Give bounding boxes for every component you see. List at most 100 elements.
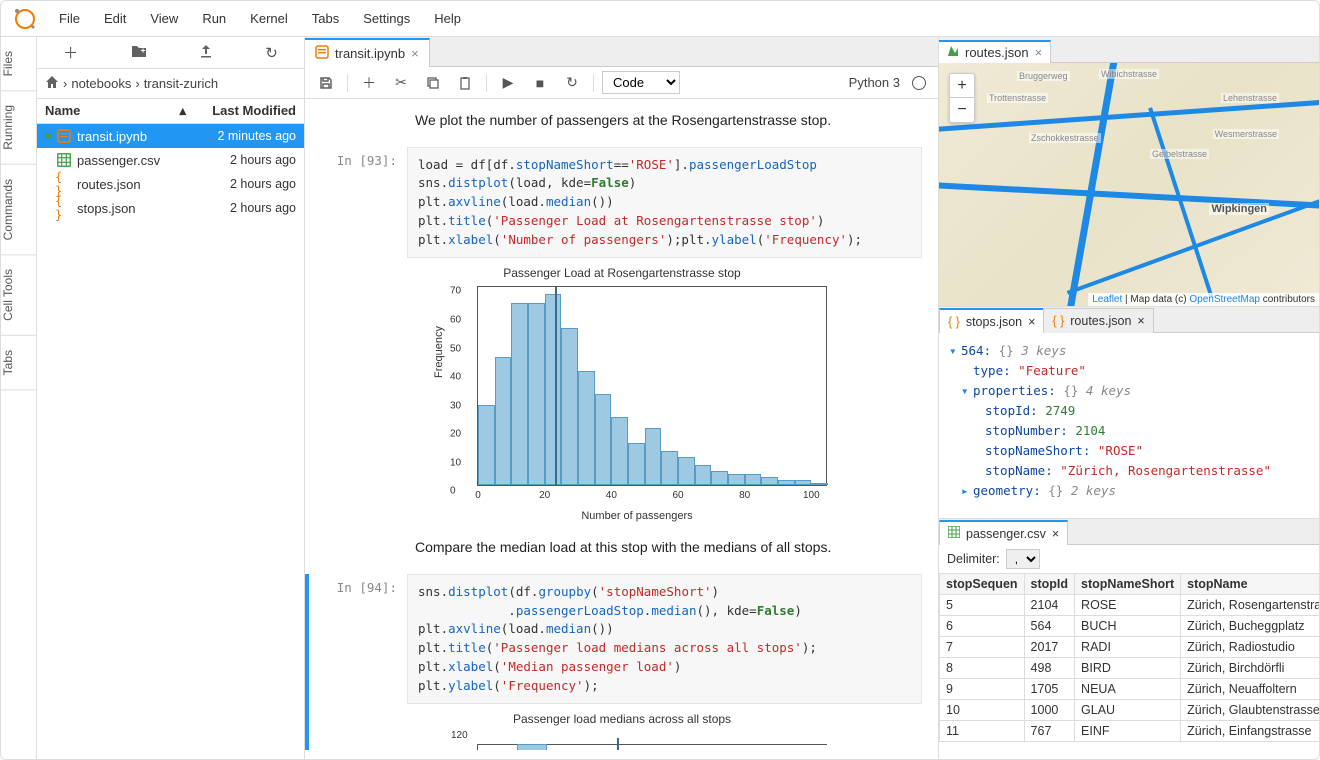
run-icon[interactable]: ▶ — [495, 71, 521, 95]
breadcrumb-part[interactable]: transit-zurich — [144, 76, 218, 91]
json-icon: { } — [948, 315, 960, 329]
file-modified: 2 hours ago — [186, 153, 296, 167]
breadcrumb[interactable]: › notebooks › transit-zurich — [37, 69, 304, 99]
json-section: { } stops.json × { } routes.json × ▾564:… — [939, 307, 1319, 519]
chart-xlabel: Number of passengers — [437, 510, 837, 522]
leaflet-link[interactable]: Leaflet — [1092, 294, 1122, 305]
home-icon[interactable] — [45, 75, 59, 92]
menu-tabs[interactable]: Tabs — [300, 5, 351, 32]
csv-row[interactable]: 91705NEUAZürich, Neuaffoltern — [940, 679, 1320, 700]
new-launcher-icon[interactable]: ＋ — [63, 42, 78, 63]
tab-routes-json-2[interactable]: { } routes.json × — [1043, 308, 1153, 333]
file-row[interactable]: { }routes.json2 hours ago — [37, 172, 304, 196]
refresh-icon[interactable]: ↻ — [265, 44, 278, 62]
zoom-in-button[interactable]: + — [950, 74, 974, 98]
file-name: routes.json — [77, 177, 186, 192]
nb-icon — [55, 128, 73, 144]
csv-col-header[interactable]: stopSequen — [940, 574, 1025, 595]
celltype-select[interactable]: Code — [602, 71, 680, 94]
copy-icon[interactable] — [420, 71, 446, 95]
code-input[interactable]: load = df[df.stopNameShort=='ROSE'].pass… — [407, 147, 922, 259]
kernel-name[interactable]: Python 3 — [849, 75, 900, 90]
close-icon[interactable]: × — [1137, 314, 1144, 328]
json-icon: { } — [1052, 314, 1064, 328]
close-icon[interactable]: × — [1028, 315, 1035, 329]
leaflet-map[interactable]: Wipkingen Zschokkestrasse Bruggerweg Wib… — [939, 63, 1319, 306]
csv-row[interactable]: 11767EINFZürich, Einfangstrasse — [940, 721, 1320, 742]
menu-run[interactable]: Run — [190, 5, 238, 32]
file-name: stops.json — [77, 201, 186, 216]
kernel-indicator-icon[interactable] — [912, 76, 926, 90]
csv-row[interactable]: 6564BUCHZürich, Bucheggplatz — [940, 616, 1320, 637]
delimiter-label: Delimiter: — [947, 552, 1000, 566]
code-cell-94[interactable]: In [94]: sns.distplot(df.groupby('stopNa… — [305, 570, 938, 759]
tab-routes-json[interactable]: routes.json × — [939, 40, 1051, 63]
tab-passenger-csv[interactable]: passenger.csv × — [939, 520, 1068, 545]
notebook-body[interactable]: We plot the number of passengers at the … — [305, 99, 938, 759]
restart-icon[interactable]: ↻ — [559, 71, 585, 95]
map-section: routes.json × Wipkingen Zschokkestrasse … — [939, 37, 1319, 307]
map-attribution: Leaflet | Map data (c) OpenStreetMap con… — [1088, 293, 1319, 306]
menu-file[interactable]: File — [47, 5, 92, 32]
menu-settings[interactable]: Settings — [351, 5, 422, 32]
right-panel: routes.json × Wipkingen Zschokkestrasse … — [939, 37, 1319, 759]
save-icon[interactable] — [313, 71, 339, 95]
close-icon[interactable]: × — [1052, 527, 1059, 541]
csv-col-header[interactable]: stopNameShort — [1075, 574, 1181, 595]
csv-col-header[interactable]: stopName — [1181, 574, 1319, 595]
left-tab-files[interactable]: Files — [1, 37, 36, 91]
file-row[interactable]: { } stops.json2 hours ago — [37, 196, 304, 220]
left-tab-commands[interactable]: Commands — [1, 165, 36, 255]
zoom-out-button[interactable]: − — [950, 98, 974, 122]
center-tab-strip: transit.ipynb × — [305, 37, 938, 67]
close-icon[interactable]: × — [1035, 45, 1043, 60]
csv-delimiter-row: Delimiter: , — [939, 545, 1319, 573]
file-browser-toolbar: ＋ ↻ — [37, 37, 304, 69]
file-browser-header[interactable]: Name ▴ Last Modified — [37, 99, 304, 124]
menu-view[interactable]: View — [138, 5, 190, 32]
col-modified[interactable]: Last Modified — [186, 103, 296, 119]
upload-icon[interactable] — [199, 44, 213, 62]
tab-stops-json[interactable]: { } stops.json × — [939, 308, 1044, 333]
menu-edit[interactable]: Edit — [92, 5, 138, 32]
file-row[interactable]: transit.ipynb2 minutes ago — [37, 124, 304, 148]
file-name: passenger.csv — [77, 153, 186, 168]
add-cell-icon[interactable]: ＋ — [356, 71, 382, 95]
input-prompt: In [94]: — [313, 574, 407, 751]
left-tab-running[interactable]: Running — [1, 91, 36, 165]
jupyter-logo-icon — [13, 7, 37, 31]
markdown-cell[interactable]: We plot the number of passengers at the … — [305, 107, 938, 143]
tab-transit-ipynb[interactable]: transit.ipynb × — [305, 38, 430, 67]
markdown-cell[interactable]: Compare the median load at this stop wit… — [305, 534, 938, 570]
menu-kernel[interactable]: Kernel — [238, 5, 300, 32]
json-tab-strip: { } stops.json × { } routes.json × — [939, 307, 1319, 333]
code-input[interactable]: sns.distplot(df.groupby('stopNameShort')… — [407, 574, 922, 705]
csv-col-header[interactable]: stopId — [1024, 574, 1075, 595]
left-tab-bar: FilesRunningCommandsCell ToolsTabs — [1, 37, 37, 759]
csv-row[interactable]: 72017RADIZürich, Radiostudio — [940, 637, 1320, 658]
left-tab-tabs[interactable]: Tabs — [1, 336, 36, 390]
file-name: transit.ipynb — [77, 129, 186, 144]
paste-icon[interactable] — [452, 71, 478, 95]
cut-icon[interactable]: ✂ — [388, 71, 414, 95]
file-modified: 2 hours ago — [186, 201, 296, 215]
new-folder-icon[interactable] — [131, 44, 147, 62]
json-viewer[interactable]: ▾564: {} 3 keys type: "Feature" ▾propert… — [939, 333, 1319, 518]
left-tab-cell-tools[interactable]: Cell Tools — [1, 255, 36, 336]
json-icon: { } — [55, 200, 73, 216]
running-indicator-icon — [45, 133, 51, 139]
menu-help[interactable]: Help — [422, 5, 473, 32]
close-icon[interactable]: × — [411, 46, 419, 61]
delimiter-select[interactable]: , — [1006, 549, 1040, 569]
osm-link[interactable]: OpenStreetMap — [1189, 294, 1260, 305]
code-cell-93[interactable]: In [93]: load = df[df.stopNameShort=='RO… — [305, 143, 938, 535]
csv-row[interactable]: 52104ROSEZürich, Rosengartenstrasse — [940, 595, 1320, 616]
csv-row[interactable]: 8498BIRDZürich, Birchdörfli — [940, 658, 1320, 679]
csv-row[interactable]: 101000GLAUZürich, Glaubtenstrasse — [940, 700, 1320, 721]
file-row[interactable]: passenger.csv2 hours ago — [37, 148, 304, 172]
stop-icon[interactable]: ■ — [527, 71, 553, 95]
breadcrumb-part[interactable]: notebooks — [71, 76, 131, 91]
map-zoom-control: + − — [949, 73, 975, 123]
csv-table[interactable]: stopSequenstopIdstopNameShortstopName521… — [939, 573, 1319, 759]
file-modified: 2 minutes ago — [186, 129, 296, 143]
